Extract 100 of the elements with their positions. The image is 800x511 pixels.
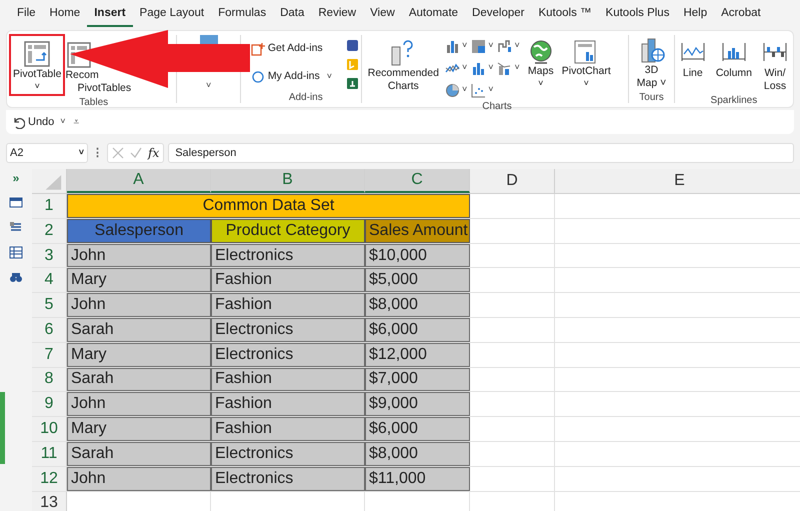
ribbon-tab[interactable]: Page Layout [132,3,212,27]
ribbon-tab[interactable]: File [10,3,43,27]
name-box[interactable]: A2 ˅ [6,143,88,163]
caret-icon[interactable]: ˅ [326,70,332,84]
table-cell: $6,000 [365,318,470,342]
ribbon-tab[interactable]: Review [311,3,364,27]
pivotchart-button[interactable]: PivotChart ˅ [560,35,613,88]
ribbon-tab[interactable]: Kutools ™ [531,3,599,27]
row-header[interactable]: 1 [32,194,67,218]
table-cell: Fashion [211,392,365,416]
binoculars-icon [9,271,23,284]
ribbon-tab[interactable]: Kutools Plus [598,3,676,27]
row-header[interactable]: 5 [32,293,67,317]
caret-icon[interactable]: ˅ [462,83,468,97]
sparkline-button[interactable]: Win/ Loss [757,35,793,93]
statistic-chart-icon [471,60,486,76]
caret-icon[interactable]: ˅ [206,79,212,92]
panel-handle[interactable] [0,392,5,464]
table-cell: John [67,466,211,491]
globe-icon [528,39,554,65]
column-heading-cell: Sales Amount [365,218,470,243]
recommended-pivottables-label[interactable]: PivotTables [77,82,132,95]
ribbon-tab[interactable]: Developer [465,3,532,27]
table-cell: Fashion [211,268,365,292]
caret-icon[interactable]: ˅ [462,61,468,75]
caret-icon[interactable]: ˅ [488,83,494,97]
ribbon-tab[interactable]: Insert [87,3,133,27]
group-label: Tables [79,97,108,108]
scatter-chart-icon [471,82,486,98]
table-cell: $6,000 [365,417,470,441]
table-cell: Fashion [211,417,365,441]
drag-handle-icon[interactable]: ⋮ [92,144,103,162]
undo-icon [12,116,25,128]
column-header[interactable]: E [555,169,800,193]
caret-icon[interactable]: ˅ [78,146,84,160]
globe-buildings-icon [638,36,665,64]
customize-icon[interactable]: ⩡ [74,114,80,130]
waterfall-chart-icon [497,38,512,54]
ribbon-tab[interactable]: Automate [402,3,466,27]
sparkline-button[interactable]: Column [710,35,757,80]
column-header[interactable]: B [211,169,365,193]
row-header[interactable]: 12 [32,466,67,491]
caret-icon[interactable]: ˅ [60,115,66,129]
row-header[interactable]: 13 [32,492,67,511]
table-title: Common Data Set [67,194,470,218]
row-header[interactable]: 3 [32,244,67,268]
cancel-icon [112,147,124,159]
table-cell: $10,000 [365,244,470,268]
recommended-pivottables-label[interactable]: Recom [65,69,99,82]
table-cell: Mary [67,268,211,292]
caret-icon[interactable]: ˅ [488,61,494,75]
table-cell: Sarah [67,368,211,392]
pie-chart-icon [444,82,460,98]
table-cell: John [67,244,211,268]
table-cell: Sarah [67,442,211,466]
row-header[interactable]: 10 [32,417,67,441]
row-header[interactable]: 4 [32,268,67,292]
sparkline-win-loss-icon [762,41,788,63]
table-cell: $8,000 [365,293,470,317]
table-cell: Mary [67,417,211,441]
pivottable-button[interactable]: PivotTable ˅ [11,36,64,94]
ribbon-tab[interactable]: Data [273,3,312,27]
ribbon-tab[interactable]: Home [42,3,88,27]
formula-field[interactable]: Salesperson [168,143,794,163]
caret-icon[interactable]: ˅ [488,39,494,53]
row-header[interactable]: 11 [32,442,67,466]
column-header[interactable]: C [365,169,470,193]
table-cell: $11,000 [365,466,470,491]
table-cell: Electronics [211,342,365,367]
maps-button[interactable]: Maps ˅ [526,35,556,88]
undo-button[interactable]: Undo [12,114,54,130]
my-add-ins-button[interactable]: My Add-ins [250,68,320,84]
row-header[interactable]: 9 [32,392,67,416]
sparkline-button[interactable]: Line [674,35,711,80]
caret-icon[interactable]: ˅ [514,61,520,75]
row-header[interactable]: 8 [32,368,67,392]
3d-map-button[interactable]: 3D Map ˅ [629,34,674,90]
column-header[interactable]: D [470,169,555,193]
table-cell: $7,000 [365,368,470,392]
column-heading-cell: Salesperson [67,218,211,243]
ribbon-tab[interactable]: View [363,3,402,27]
row-header[interactable]: 7 [32,342,67,367]
table-cell: Mary [67,342,211,367]
row-header[interactable]: 6 [32,318,67,342]
get-add-ins-button[interactable]: Get Add-ins [250,41,332,57]
ribbon-tab[interactable]: Formulas [211,3,274,27]
expand-icon[interactable]: » [12,172,20,184]
ribbon-tab[interactable]: Acrobat [714,3,768,27]
row-header[interactable]: 2 [32,218,67,243]
caret-icon[interactable]: ˅ [514,39,520,53]
table-cell: Fashion [211,293,365,317]
bar-chart-icon [444,38,460,54]
insert-function-button[interactable]: fx [148,144,160,162]
form-icon [9,196,23,209]
column-header[interactable]: A [67,169,211,193]
ribbon-tab[interactable]: Help [676,3,714,27]
table-cell: Electronics [211,442,365,466]
caret-icon[interactable]: ˅ [462,39,468,53]
recommended-charts-button[interactable]: Recommended Charts [366,35,441,93]
group-label: Add-ins [288,92,323,103]
